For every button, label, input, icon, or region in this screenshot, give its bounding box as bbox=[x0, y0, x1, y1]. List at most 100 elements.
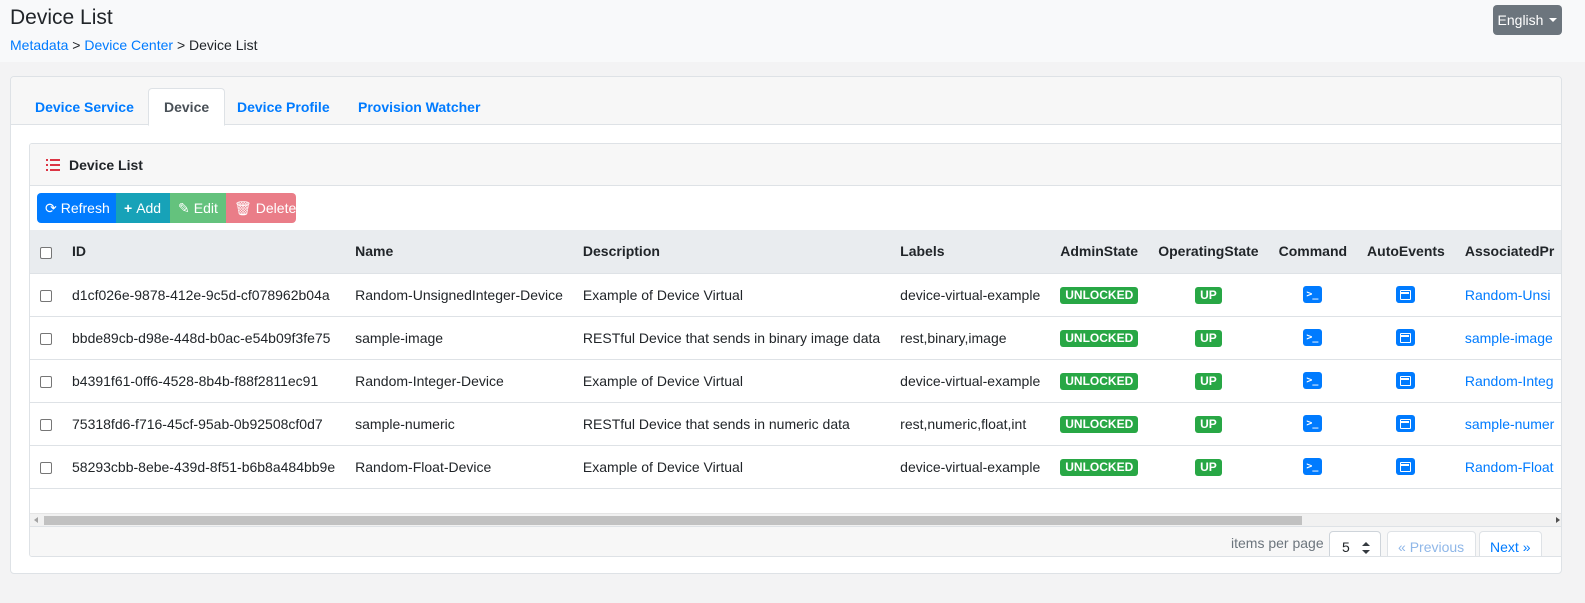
language-dropdown-button[interactable]: English bbox=[1493, 5, 1562, 35]
cell-adminstate: UNLOCKED bbox=[1050, 316, 1149, 360]
items-per-page-label: items per page bbox=[1231, 535, 1324, 551]
column-header-id[interactable]: ID bbox=[62, 230, 346, 274]
terminal-icon[interactable]: >_ bbox=[1303, 372, 1323, 390]
table-row[interactable]: 58293cbb-8ebe-439d-8f51-b6b8a484bb9e Ran… bbox=[30, 445, 1561, 489]
cell-command: >_ bbox=[1268, 402, 1358, 446]
cell-description: Example of Device Virtual bbox=[572, 445, 891, 489]
column-header-associated-profile[interactable]: AssociatedPr bbox=[1454, 230, 1561, 274]
add-label: Add bbox=[136, 200, 162, 216]
add-button[interactable]: + Add bbox=[116, 193, 170, 223]
row-checkbox[interactable] bbox=[40, 418, 52, 431]
breadcrumb: Metadata > Device Center > Device List bbox=[10, 37, 257, 53]
cell-description: RESTful Device that sends in binary imag… bbox=[572, 316, 891, 360]
row-checkbox[interactable] bbox=[40, 461, 52, 474]
calendar-check-icon[interactable] bbox=[1396, 329, 1416, 347]
cell-description: RESTful Device that sends in numeric dat… bbox=[572, 402, 891, 446]
device-table-container: ID Name Description Labels AdminState Op… bbox=[30, 230, 1561, 515]
tab-device[interactable]: Device bbox=[148, 88, 226, 126]
cell-labels: rest,binary,image bbox=[890, 316, 1051, 360]
cell-autoevents bbox=[1357, 316, 1455, 360]
cell-associated-profile: sample-image bbox=[1454, 316, 1561, 360]
calendar-check-icon[interactable] bbox=[1396, 286, 1416, 304]
cell-labels: device-virtual-example bbox=[890, 273, 1051, 317]
cell-id: b4391f61-0ff6-4528-8b4b-f88f2811ec91 bbox=[62, 359, 346, 403]
cell-operatingstate: UP bbox=[1148, 316, 1269, 360]
admin-state-badge: UNLOCKED bbox=[1060, 458, 1139, 476]
cell-adminstate: UNLOCKED bbox=[1050, 359, 1149, 403]
cell-name: sample-image bbox=[345, 316, 573, 360]
select-all-checkbox[interactable] bbox=[40, 246, 52, 259]
card-header: Device List bbox=[30, 144, 1561, 186]
cell-adminstate: UNLOCKED bbox=[1050, 273, 1149, 317]
table-header-row: ID Name Description Labels AdminState Op… bbox=[30, 230, 1561, 274]
cell-autoevents bbox=[1357, 402, 1455, 446]
column-header-name[interactable]: Name bbox=[345, 230, 573, 274]
row-select-cell bbox=[30, 359, 62, 403]
toolbar: ⟳ Refresh + Add ✎ Edit 🗑 Delete bbox=[37, 193, 296, 223]
row-select-cell bbox=[30, 402, 62, 446]
calendar-check-icon[interactable] bbox=[1396, 458, 1416, 476]
scroll-right-arrow-icon[interactable] bbox=[1556, 517, 1560, 523]
cell-adminstate: UNLOCKED bbox=[1050, 445, 1149, 489]
cell-name: Random-Integer-Device bbox=[345, 359, 573, 403]
cell-name: Random-UnsignedInteger-Device bbox=[345, 273, 573, 317]
previous-page-button[interactable]: « Previous bbox=[1387, 531, 1476, 556]
terminal-icon[interactable]: >_ bbox=[1303, 286, 1323, 304]
column-header-command[interactable]: Command bbox=[1268, 230, 1358, 274]
card-title: Device List bbox=[69, 156, 143, 173]
double-chevron-left-icon: « bbox=[1398, 539, 1406, 555]
device-list-card: Device List ⟳ Refresh + Add ✎ Edit 🗑 Del… bbox=[29, 143, 1561, 557]
breadcrumb-device-center[interactable]: Device Center bbox=[84, 37, 173, 53]
tab-provision-watcher[interactable]: Provision Watcher bbox=[343, 88, 495, 125]
device-table: ID Name Description Labels AdminState Op… bbox=[30, 230, 1561, 489]
operating-state-badge: UP bbox=[1195, 329, 1222, 347]
refresh-icon: ⟳ bbox=[45, 199, 57, 216]
calendar-check-icon[interactable] bbox=[1396, 372, 1416, 390]
cell-labels: device-virtual-example bbox=[890, 445, 1051, 489]
table-row[interactable]: bbde89cb-d98e-448d-b0ac-e54b09f3fe75 sam… bbox=[30, 316, 1561, 360]
terminal-icon[interactable]: >_ bbox=[1303, 458, 1323, 476]
items-per-page-select[interactable]: 5 bbox=[1329, 531, 1381, 556]
refresh-button[interactable]: ⟳ Refresh bbox=[37, 193, 116, 223]
page-title: Device List bbox=[10, 6, 113, 29]
calendar-check-icon[interactable] bbox=[1396, 415, 1416, 433]
scroll-left-arrow-icon[interactable] bbox=[34, 517, 38, 523]
tab-device-service[interactable]: Device Service bbox=[20, 88, 149, 125]
column-header-autoevents[interactable]: AutoEvents bbox=[1357, 230, 1455, 274]
associated-profile-link[interactable]: Random-Float bbox=[1465, 459, 1554, 475]
column-header-description[interactable]: Description bbox=[572, 230, 891, 274]
row-checkbox[interactable] bbox=[40, 375, 52, 388]
operating-state-badge: UP bbox=[1195, 415, 1222, 433]
table-row[interactable]: b4391f61-0ff6-4528-8b4b-f88f2811ec91 Ran… bbox=[30, 359, 1561, 403]
table-row[interactable]: d1cf026e-9878-412e-9c5d-cf078962b04a Ran… bbox=[30, 273, 1561, 317]
cell-labels: rest,numeric,float,int bbox=[890, 402, 1051, 446]
delete-button[interactable]: 🗑 Delete bbox=[226, 193, 296, 223]
next-page-button[interactable]: Next » bbox=[1479, 531, 1542, 556]
scrollbar-thumb[interactable] bbox=[44, 516, 1302, 525]
cell-autoevents bbox=[1357, 359, 1455, 403]
column-header-adminstate[interactable]: AdminState bbox=[1050, 230, 1149, 274]
associated-profile-link[interactable]: sample-image bbox=[1465, 330, 1553, 346]
tab-device-profile[interactable]: Device Profile bbox=[222, 88, 345, 125]
associated-profile-link[interactable]: sample-numer bbox=[1465, 416, 1554, 432]
terminal-icon[interactable]: >_ bbox=[1303, 329, 1323, 347]
edit-button[interactable]: ✎ Edit bbox=[170, 193, 226, 223]
horizontal-scrollbar[interactable] bbox=[30, 513, 1561, 526]
table-row[interactable]: 75318fd6-f716-45cf-95ab-0b92508cf0d7 sam… bbox=[30, 402, 1561, 446]
associated-profile-link[interactable]: Random-Integ bbox=[1465, 373, 1554, 389]
cell-id: 75318fd6-f716-45cf-95ab-0b92508cf0d7 bbox=[62, 402, 346, 446]
column-header-operatingstate[interactable]: OperatingState bbox=[1148, 230, 1269, 274]
column-header-labels[interactable]: Labels bbox=[890, 230, 1051, 274]
cell-id: bbde89cb-d98e-448d-b0ac-e54b09f3fe75 bbox=[62, 316, 346, 360]
cell-operatingstate: UP bbox=[1148, 273, 1269, 317]
terminal-icon[interactable]: >_ bbox=[1303, 415, 1323, 433]
row-checkbox[interactable] bbox=[40, 332, 52, 345]
cell-description: Example of Device Virtual bbox=[572, 273, 891, 317]
admin-state-badge: UNLOCKED bbox=[1060, 372, 1139, 390]
previous-label: Previous bbox=[1409, 539, 1465, 555]
delete-label: Delete bbox=[255, 200, 297, 216]
items-per-page-value: 5 bbox=[1342, 539, 1350, 555]
associated-profile-link[interactable]: Random-Unsi bbox=[1465, 287, 1551, 303]
row-checkbox[interactable] bbox=[40, 289, 52, 302]
breadcrumb-metadata[interactable]: Metadata bbox=[10, 37, 68, 53]
